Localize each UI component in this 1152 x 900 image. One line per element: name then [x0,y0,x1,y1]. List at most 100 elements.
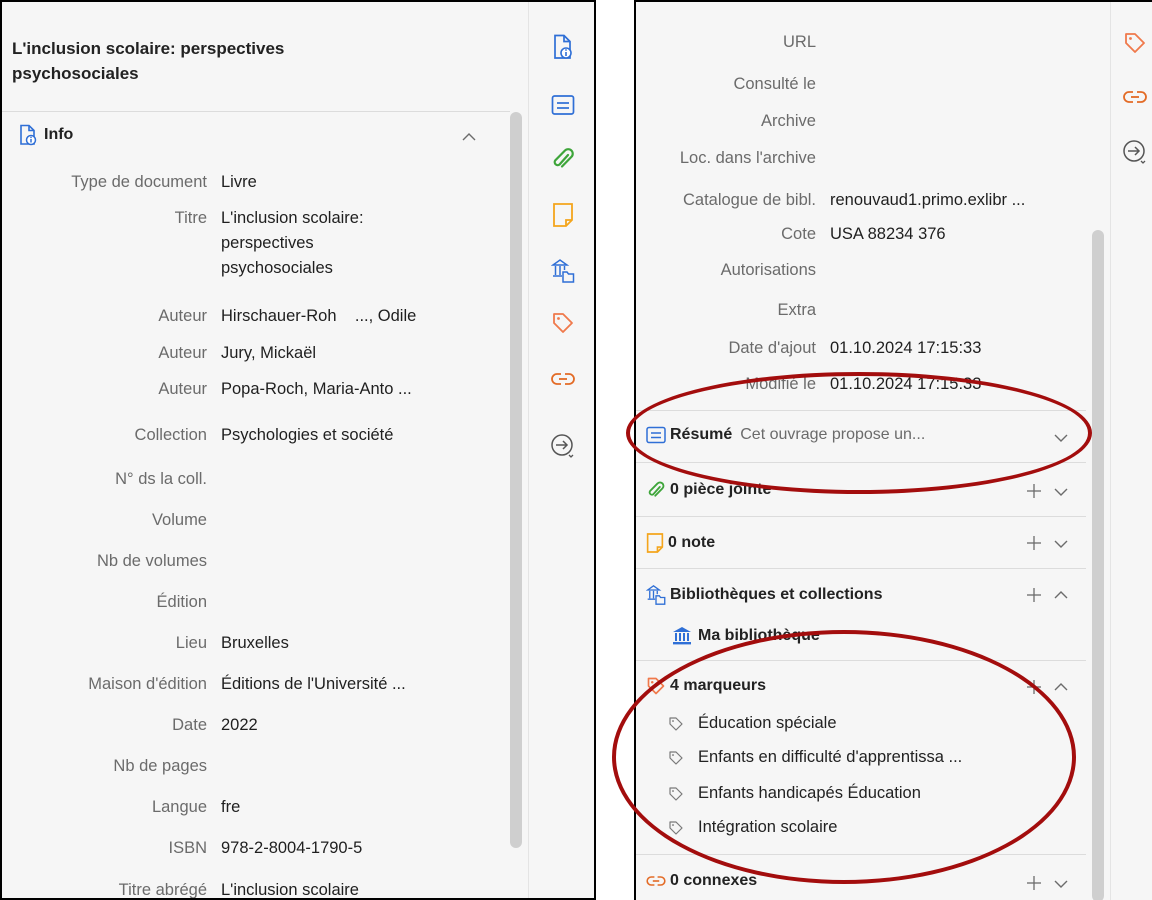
scrollbar[interactable] [1092,230,1104,900]
notes-section-header[interactable]: 0 note [646,532,715,554]
plus-icon[interactable] [1026,483,1042,499]
field-label: Édition [156,593,207,611]
field-value[interactable]: Jury, Mickaël [221,341,316,366]
related-section-header[interactable]: 0 connexes [646,872,757,890]
field-label: Titre [174,209,207,227]
field-label: Nb de volumes [96,552,207,570]
field-value[interactable]: Livre [221,170,257,195]
field-row: Auteur Hirschauer-Roh ..., Odile [2,304,416,329]
field-label: Catalogue de bibl. [682,191,816,209]
field-row: Volume [2,508,221,533]
field-row: Maison d'édition Éditions de l'Université… [2,672,406,697]
field-label: Autorisations [720,261,816,279]
field-value[interactable]: fre [221,795,240,820]
sidenav-attachments-button[interactable] [550,146,576,172]
note-icon [646,533,664,553]
field-row: Langue fre [2,795,240,820]
field-label: Extra [777,301,816,319]
field-row: Collection Psychologies et société [2,423,394,448]
plus-icon[interactable] [1026,875,1042,891]
field-value[interactable]: 2022 [221,713,258,738]
sidenav-related-button[interactable] [550,366,576,392]
sidenav-libraries-button[interactable] [550,258,576,284]
chevron-up-icon[interactable] [1054,680,1068,694]
libraries-icon [646,585,666,605]
field-row: Extra [636,298,830,323]
notes-label: 0 note [668,534,716,551]
chevron-up-icon[interactable] [1054,588,1068,602]
field-row: Date d'ajout 01.10.2024 17:15:33 [636,336,981,361]
field-label: Collection [134,426,207,444]
section-divider [636,516,1086,517]
field-row: Consulté le [636,72,830,97]
sidenav-divider [1110,2,1111,900]
field-value[interactable]: Éditions de l'Université ... [221,672,406,697]
sidenav-tags-button[interactable] [550,310,576,336]
field-label: Maison d'édition [88,675,207,693]
related-icon [646,876,666,886]
field-row: Édition [2,590,221,615]
chevron-up-icon[interactable] [462,130,476,144]
sidenav-locate-button[interactable] [1122,140,1148,166]
item-pane-left: L'inclusion scolaire: perspectives psych… [0,0,596,900]
field-label: Consulté le [733,75,816,93]
field-value[interactable]: 978-2-8004-1790-5 [221,836,362,861]
chevron-down-icon[interactable] [1054,485,1068,499]
field-label: Volume [151,511,207,529]
field-row: N° ds la coll. [2,467,221,492]
field-row: Lieu Bruxelles [2,631,289,656]
libraries-section-header[interactable]: Bibliothèques et collections [646,584,882,606]
plus-icon[interactable] [1026,535,1042,551]
chevron-down-icon[interactable] [1054,877,1068,891]
field-label: Auteur [158,344,207,362]
related-icon [1123,91,1147,103]
libraries-label: Bibliothèques et collections [670,586,883,603]
field-label: Loc. dans l'archive [679,149,816,167]
attachment-icon [648,481,665,497]
field-value[interactable]: Popa-Roch, Maria-Anto ... [221,377,412,402]
scrollbar[interactable] [510,112,522,848]
field-row: Nb de volumes [2,549,221,574]
sidenav-tags-button[interactable] [1122,30,1148,56]
field-label: ISBN [168,839,207,857]
field-label: Cote [781,225,816,243]
field-label: Nb de pages [113,757,207,775]
field-value[interactable]: Bruxelles [221,631,289,656]
field-value[interactable]: Psychologies et société [221,423,393,448]
annotation-ellipse-tags [612,630,1076,884]
field-value[interactable]: L'inclusion scolaire [221,878,359,898]
field-label: Titre abrégé [118,881,207,899]
field-label: Type de document [71,173,207,191]
field-row: Catalogue de bibl. renouvaud1.primo.exlib… [636,188,1025,213]
field-row: Archive [636,109,830,134]
field-label: Auteur [158,307,207,325]
field-value[interactable]: 01.10.2024 17:15:33 [830,336,981,361]
info-icon [20,124,37,146]
field-row: Date 2022 [2,713,258,738]
field-value[interactable]: Hirschauer-Roh ..., Odile [221,304,416,329]
field-value[interactable]: renouvaud1.primo.exlibr ... [830,188,1025,213]
libraries-icon [551,259,575,283]
field-value[interactable]: USA 88234 376 [830,222,946,247]
field-label: Date [172,716,207,734]
library-icon [673,627,691,645]
field-row: ISBN 978-2-8004-1790-5 [2,836,362,861]
sidenav-locate-button[interactable] [550,434,576,460]
chevron-down-icon[interactable] [1054,537,1068,551]
field-row: Auteur Jury, Mickaël [2,341,316,366]
section-divider [636,568,1086,569]
field-label: Date d'ajout [728,339,816,357]
info-section-header[interactable]: Info [18,124,73,146]
locate-icon [551,434,574,458]
sidenav-related-button[interactable] [1122,84,1148,110]
sidenav-abstract-button[interactable] [550,92,576,118]
item-title: L'inclusion scolaire: perspectives psych… [12,39,285,83]
sidenav-notes-button[interactable] [550,202,576,228]
field-row: Titre abrégé L'inclusion scolaire [2,878,359,899]
annotation-ellipse-abstract [626,372,1092,494]
field-value[interactable]: L'inclusion scolaire: perspectives psych… [221,206,364,281]
plus-icon[interactable] [1026,587,1042,603]
sidenav-info-button[interactable] [550,34,576,60]
tag-icon [553,313,573,333]
field-row: Cote USA 88234 376 [636,222,946,247]
